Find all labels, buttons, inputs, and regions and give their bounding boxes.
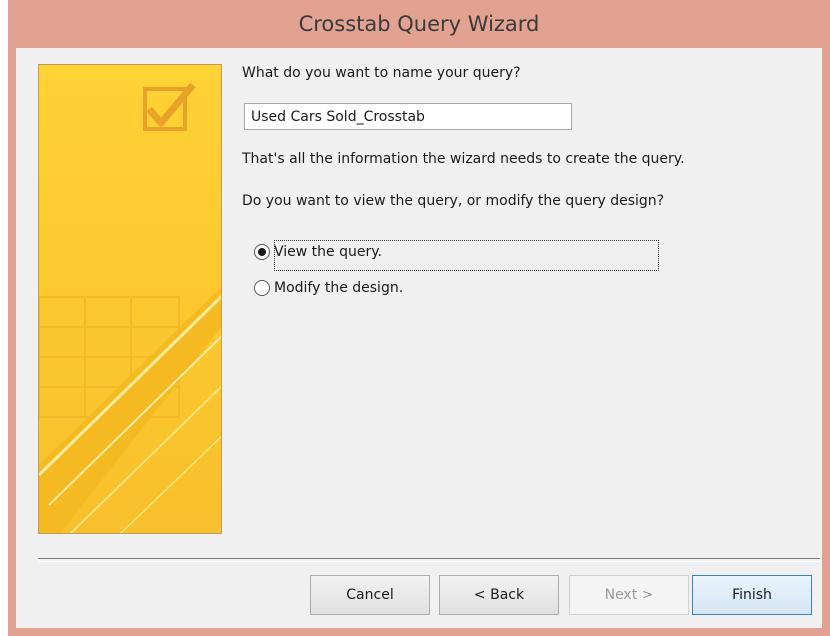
radio-view-query[interactable]: View the query.	[254, 244, 382, 260]
radio-button-selected[interactable]	[254, 244, 270, 260]
info-text: That's all the information the wizard ne…	[242, 151, 685, 167]
wizard-illustration	[38, 64, 222, 534]
checkbox-check-icon	[143, 82, 196, 131]
radio-modify-design-label: Modify the design.	[274, 280, 404, 296]
radio-view-query-label: View the query.	[274, 244, 382, 260]
wizard-art-graphic	[39, 82, 221, 533]
wizard-body: What do you want to name your query? Tha…	[16, 48, 822, 628]
button-separator	[38, 558, 820, 562]
query-name-input[interactable]	[244, 103, 572, 130]
cancel-button[interactable]: Cancel	[310, 575, 430, 615]
next-button[interactable]: Next >	[569, 575, 689, 615]
name-prompt-label: What do you want to name your query?	[242, 65, 521, 81]
title-bar[interactable]: Crosstab Query Wizard	[8, 0, 830, 48]
radio-modify-design[interactable]: Modify the design.	[254, 280, 403, 296]
window-title: Crosstab Query Wizard	[298, 12, 540, 36]
back-button[interactable]: < Back	[439, 575, 559, 615]
radio-dot-icon	[258, 248, 266, 256]
wizard-window: Crosstab Query Wizard What do you want t…	[8, 0, 830, 636]
finish-button[interactable]: Finish	[692, 575, 812, 615]
choice-prompt-label: Do you want to view the query, or modify…	[242, 193, 665, 209]
radio-button-unselected[interactable]	[254, 280, 270, 296]
